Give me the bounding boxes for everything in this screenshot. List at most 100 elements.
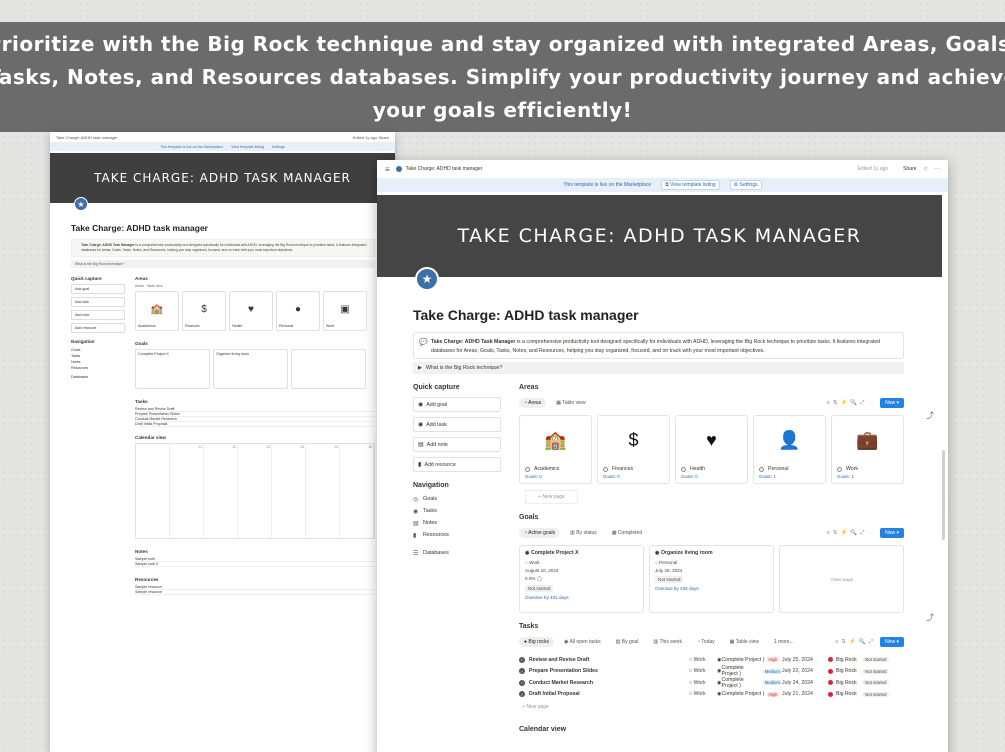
back-callout-bold: Take Charge: ADHD Task Manager bbox=[81, 243, 135, 247]
share-button[interactable]: Share bbox=[903, 166, 916, 172]
link-icon[interactable]: ⤴ bbox=[926, 612, 934, 623]
completed-tab[interactable]: ▦ Completed bbox=[607, 528, 647, 538]
task-row[interactable]: ✓ Prepare Presentation Slides ○ Work ◉ C… bbox=[519, 665, 904, 677]
area-card-personal[interactable]: 👤 Personal Goals: 1 bbox=[753, 415, 826, 484]
star-icon[interactable]: ☆ bbox=[924, 166, 928, 172]
back-area-card-finances[interactable]: $ Finances bbox=[182, 291, 226, 331]
star-logo-icon: ★ bbox=[415, 267, 439, 291]
task-date: July 25, 2024 bbox=[782, 656, 813, 663]
check-icon[interactable]: ✓ bbox=[519, 691, 525, 698]
view-tools-icons[interactable]: ≡⇅⚡🔍⤢⋯ bbox=[827, 400, 876, 407]
back-task-row[interactable]: Draft Initial Proposal bbox=[135, 422, 375, 427]
goals-new-button[interactable]: New ▾ bbox=[880, 528, 904, 538]
add-resource-button[interactable]: ▮ Add resource bbox=[413, 457, 501, 472]
back-area-card-work[interactable]: ▣ Work bbox=[323, 291, 367, 331]
back-nav-databases[interactable]: Databases bbox=[71, 374, 135, 380]
back-settings[interactable]: Settings bbox=[272, 145, 285, 149]
back-share-button[interactable]: Share bbox=[378, 135, 389, 140]
task-goal: ◉ Complete Project ) High bbox=[717, 691, 780, 698]
scrollbar[interactable] bbox=[942, 450, 945, 540]
toggle-label: What is the Big Rock technique? bbox=[425, 365, 503, 371]
today-tab[interactable]: ◔ Today bbox=[692, 637, 720, 647]
check-icon[interactable]: ✓ bbox=[519, 668, 525, 675]
back-add-goal[interactable]: Add goal bbox=[71, 284, 125, 294]
menu-icon[interactable]: ≡ bbox=[385, 165, 390, 174]
table-view-tab[interactable]: ▦ Table view bbox=[551, 398, 590, 408]
nav-databases-label: Databases bbox=[423, 550, 449, 556]
page-breadcrumb[interactable]: Take Charge: ADHD task manager bbox=[406, 166, 483, 172]
task-row[interactable]: ✓ Review and Revise Draft ○ Work ◉ Compl… bbox=[519, 654, 904, 666]
areas-new-button[interactable]: New ▾ bbox=[880, 398, 904, 408]
main-window: ≡ Take Charge: ADHD task manager Edited … bbox=[377, 160, 948, 752]
nav-databases[interactable]: ☰ Databases bbox=[413, 547, 519, 559]
area-goals-count[interactable]: Goals: 0 bbox=[520, 474, 591, 483]
back-view-listing[interactable]: View template listing bbox=[231, 145, 264, 149]
area-card-finances[interactable]: $ Finances Goals: 0 bbox=[597, 415, 670, 484]
nav-resources[interactable]: ▮ Resources bbox=[413, 529, 519, 541]
back-page-title[interactable]: Take Charge: ADHD task manager bbox=[56, 135, 117, 140]
table-view-tab[interactable]: ▦ Table view bbox=[725, 637, 764, 647]
view-tools-icons[interactable]: ≡⇅⚡🔍⤢ bbox=[835, 639, 876, 646]
area-goals-count[interactable]: Goals: 0 bbox=[598, 474, 669, 483]
goal-new-page-card[interactable]: + New page bbox=[779, 545, 904, 613]
task-row[interactable]: ✓ Conduct Market Research ○ Work ◉ Compl… bbox=[519, 677, 904, 689]
add-note-button[interactable]: ▤ Add note bbox=[413, 437, 501, 452]
add-task-label: Add task bbox=[426, 421, 447, 428]
back-area-card-health[interactable]: ♥ Health bbox=[229, 291, 273, 331]
more-views-tab[interactable]: 1 more... bbox=[769, 637, 799, 647]
goal-card[interactable]: ◉ Complete Project X ○ Work August 10, 2… bbox=[519, 545, 644, 613]
settings-button[interactable]: ⚙ Settings bbox=[729, 180, 762, 190]
back-cover: TAKE CHARGE: ADHD TASK MANAGER ★ bbox=[50, 153, 395, 211]
task-goal: ◉ Complete Project ) High bbox=[717, 656, 780, 663]
back-add-resource[interactable]: Add resource bbox=[71, 323, 125, 333]
add-goal-button[interactable]: ◉ Add goal bbox=[413, 397, 501, 412]
active-goals-tab[interactable]: ◔ Active goals bbox=[519, 528, 561, 538]
back-calendar-grid[interactable]: 21 22 23 24 25 26 bbox=[135, 443, 375, 539]
by-status-tab[interactable]: ▥ By status bbox=[565, 528, 602, 538]
task-area: ○ Work bbox=[689, 668, 706, 675]
back-add-task[interactable]: Add task bbox=[71, 297, 125, 307]
check-icon[interactable]: ✓ bbox=[519, 679, 525, 686]
area-goals-count[interactable]: Goals: 0 bbox=[676, 474, 747, 483]
this-week-tab[interactable]: ▥ This week bbox=[648, 637, 687, 647]
back-resource-row[interactable]: Sample resource bbox=[135, 590, 375, 595]
tasks-new-button[interactable]: New ▾ bbox=[880, 637, 904, 647]
all-open-tasks-tab[interactable]: ◉ All open tasks bbox=[559, 637, 606, 647]
areas-view-tab[interactable]: ◔ Areas bbox=[519, 398, 547, 408]
big-rock-toggle[interactable]: ▶ What is the Big Rock technique? bbox=[413, 362, 904, 374]
back-goal-card-2[interactable]: Organize living room bbox=[213, 349, 288, 389]
database-icon: ☰ bbox=[413, 550, 419, 557]
task-area: ○ Work bbox=[689, 691, 706, 698]
back-note-row[interactable]: Sample note II bbox=[135, 562, 375, 567]
nav-goals[interactable]: ◎ Goals bbox=[413, 493, 519, 505]
back-goal-card-1[interactable]: Complete Project X bbox=[135, 349, 210, 389]
tasks-new-page[interactable]: + New page bbox=[522, 704, 904, 710]
more-icon[interactable]: ··· bbox=[935, 166, 940, 172]
view-template-listing-button[interactable]: ⧉ View template listing bbox=[661, 180, 720, 190]
area-card-label: Health bbox=[676, 464, 747, 474]
back-toggle[interactable]: What is the Big Rock technique? bbox=[71, 260, 375, 268]
back-area-card-personal[interactable]: ● Personal bbox=[276, 291, 320, 331]
goal-card[interactable]: ◉ Organize living room ○ Personal July 2… bbox=[649, 545, 774, 613]
view-tools-icons[interactable]: ≡⇅⚡🔍⤢⋯ bbox=[827, 530, 876, 537]
add-task-button[interactable]: ◉ Add task bbox=[413, 417, 501, 432]
area-goals-count[interactable]: Goals: 1 bbox=[754, 474, 825, 483]
nav-tasks[interactable]: ◉ Tasks bbox=[413, 505, 519, 517]
check-icon[interactable]: ✓ bbox=[519, 656, 525, 663]
nav-notes[interactable]: ▤ Notes bbox=[413, 517, 519, 529]
back-add-note[interactable]: Add note bbox=[71, 310, 125, 320]
areas-new-page[interactable]: + New page bbox=[525, 490, 578, 504]
area-card-academics[interactable]: 🏫 Academics Goals: 0 bbox=[519, 415, 592, 484]
task-row[interactable]: ✓ Draft Initial Proposal ○ Work ◉ Comple… bbox=[519, 689, 904, 701]
link-icon[interactable]: ⤴ bbox=[926, 410, 934, 421]
area-goals-count[interactable]: Goals: 1 bbox=[832, 474, 903, 483]
big-rocks-tab[interactable]: ● Big rocks bbox=[519, 637, 554, 647]
back-goal-card-new[interactable] bbox=[291, 349, 366, 389]
area-card-health[interactable]: ♥ Health Goals: 0 bbox=[675, 415, 748, 484]
back-star-logo-icon: ★ bbox=[74, 197, 88, 211]
back-add-task-label: Add task bbox=[75, 300, 89, 304]
by-goal-tab[interactable]: ▥ By goal bbox=[611, 637, 644, 647]
area-card-work[interactable]: 💼 Work Goals: 1 bbox=[831, 415, 904, 484]
back-nav-resources[interactable]: Resources bbox=[71, 365, 135, 371]
back-area-card-academics[interactable]: 🏫 Academics bbox=[135, 291, 179, 331]
